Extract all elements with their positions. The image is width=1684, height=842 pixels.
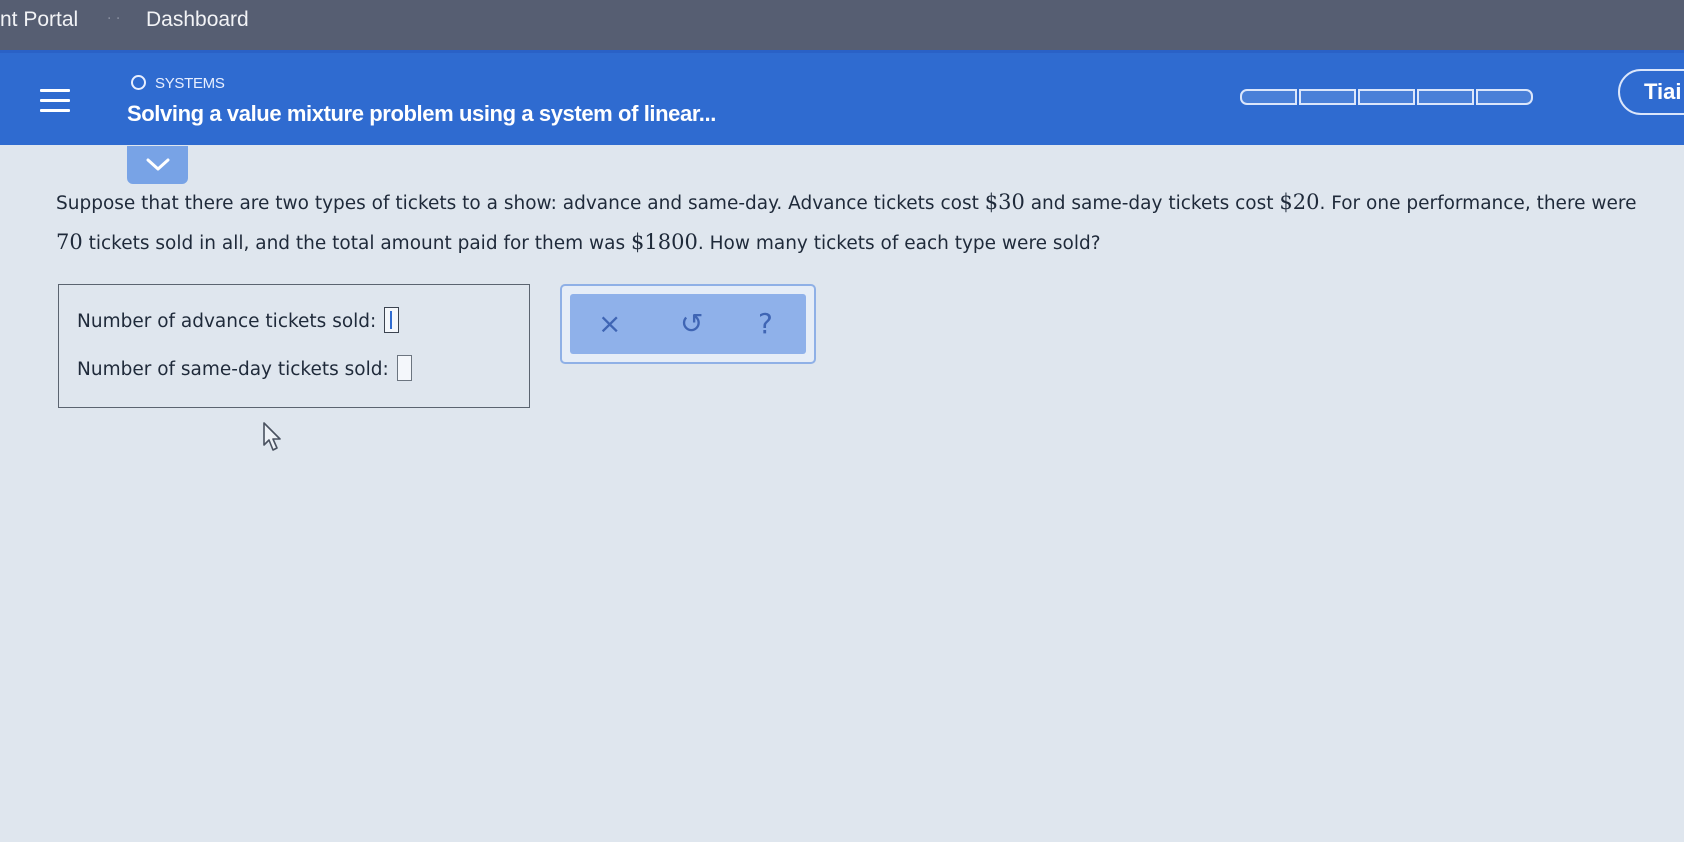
- clear-icon[interactable]: ×: [598, 304, 621, 344]
- answer-tools: × ↺ ?: [560, 284, 816, 364]
- tab-dashboard[interactable]: Dashboard: [146, 8, 249, 32]
- progress-segment: [1476, 89, 1533, 105]
- progress-bar: [1240, 89, 1535, 105]
- advance-label: Number of advance tickets sold:: [77, 311, 377, 332]
- question-text: Suppose that there are two types of tick…: [56, 183, 1656, 263]
- mouse-cursor-icon: [263, 422, 281, 451]
- sameday-answer-row: Number of same-day tickets sold:: [77, 355, 412, 381]
- help-icon[interactable]: ?: [758, 304, 773, 344]
- circle-icon: [131, 75, 146, 90]
- undo-icon[interactable]: ↺: [680, 304, 703, 344]
- collapse-toggle[interactable]: [127, 146, 188, 184]
- question-part: Suppose that there are two types of tick…: [56, 193, 985, 214]
- topic-title: Solving a value mixture problem using a …: [127, 101, 716, 126]
- breadcrumb-label: SYSTEMS: [155, 75, 225, 92]
- sameday-label: Number of same-day tickets sold:: [77, 359, 389, 380]
- progress-segment: [1417, 89, 1474, 105]
- topic-header: SYSTEMS Solving a value mixture problem …: [0, 50, 1684, 145]
- tab-separator: ⋅ ⋅: [107, 11, 121, 27]
- question-part: and same-day tickets cost: [1024, 193, 1280, 214]
- question-value: $30: [984, 190, 1025, 214]
- question-value: $1800: [631, 230, 698, 254]
- user-button[interactable]: Tiai: [1618, 69, 1684, 115]
- question-part: . How many tickets of each type were sol…: [697, 233, 1101, 254]
- answer-tools-bar: × ↺ ?: [570, 294, 806, 354]
- chevron-down-icon: [146, 158, 170, 171]
- progress-segment: [1358, 89, 1415, 105]
- browser-tab-bar: nt Portal ⋅ ⋅ Dashboard: [0, 0, 1684, 50]
- progress-segment: [1299, 89, 1356, 105]
- question-value: $20: [1279, 190, 1320, 214]
- question-value: 70: [56, 230, 83, 254]
- tab-portal[interactable]: nt Portal: [0, 8, 78, 32]
- breadcrumb: SYSTEMS: [131, 75, 225, 92]
- progress-segment: [1240, 89, 1297, 105]
- menu-icon[interactable]: [40, 89, 70, 112]
- sameday-tickets-input[interactable]: [396, 355, 412, 381]
- question-part: tickets sold in all, and the total amoun…: [82, 233, 632, 254]
- advance-tickets-input[interactable]: [384, 307, 400, 333]
- advance-answer-row: Number of advance tickets sold:: [77, 307, 400, 333]
- question-part: . For one performance, there were: [1319, 193, 1637, 214]
- answer-panel: Number of advance tickets sold: Number o…: [58, 284, 530, 408]
